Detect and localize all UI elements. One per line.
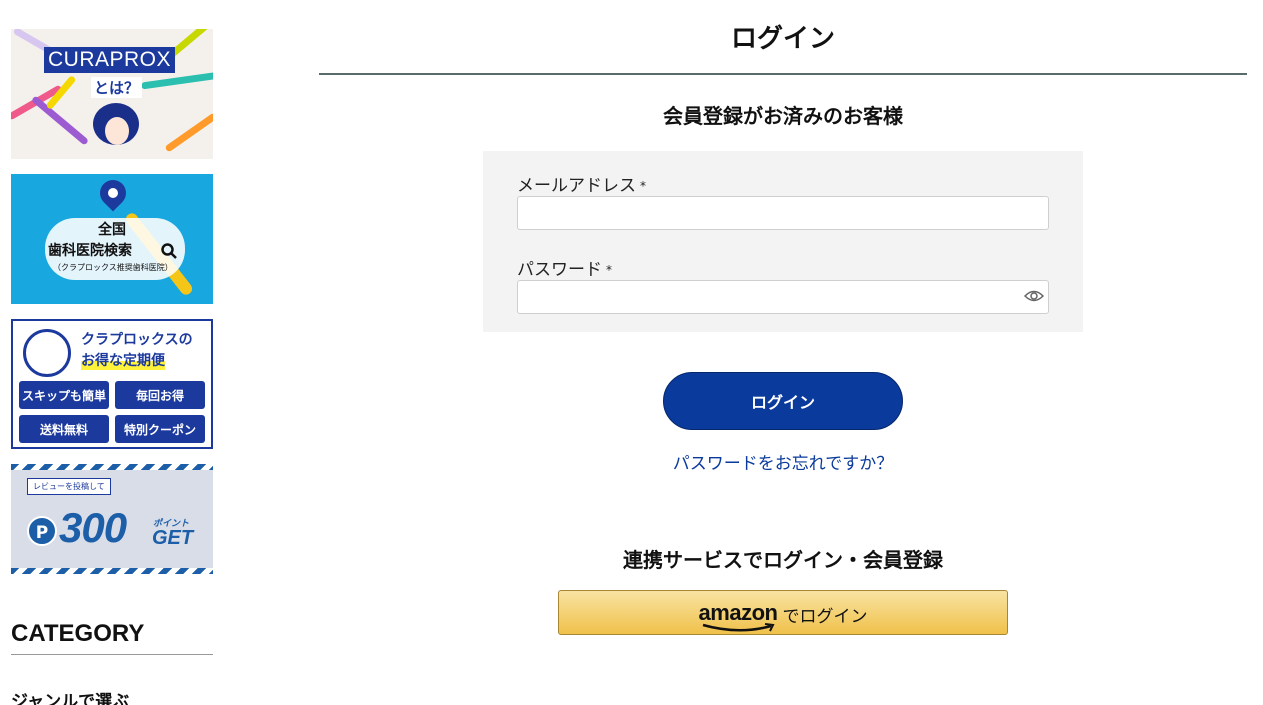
linked-service-title: 連携サービスでログイン・会員登録	[623, 548, 943, 572]
map-pin-icon	[94, 174, 132, 212]
amazon-smile-icon	[702, 622, 775, 631]
password-field[interactable]	[517, 280, 1049, 314]
curaprox-logo: CURAPROX	[44, 47, 176, 73]
get-label: GET	[152, 527, 194, 549]
feature-pill: 特別クーポン	[115, 415, 205, 443]
password-label: パスワード *	[517, 255, 612, 280]
required-mark: *	[606, 263, 612, 277]
email-label: メールアドレス *	[517, 171, 646, 196]
amazon-login-button[interactable]: amazon でログイン	[558, 590, 1008, 635]
banner-title2: お得な定期便	[81, 350, 165, 370]
feature-pill: 毎回お得	[115, 381, 205, 409]
member-section-title: 会員登録がお済みのお客様	[663, 104, 903, 128]
toothbrush-illustration	[30, 95, 90, 146]
forgot-password-link[interactable]: パスワードをお忘れですか？	[319, 449, 1247, 474]
banner-line1: 全国	[98, 222, 126, 238]
character-face	[105, 117, 129, 145]
toothbrush-illustration	[164, 112, 213, 153]
banner-title1: クラプロックスの	[81, 332, 193, 348]
curaprox-about-banner[interactable]: CURAPROX とは？	[11, 29, 213, 159]
dental-clinic-search-banner[interactable]: 全国 歯科医院検索 （クラプロックス推奨歯科医院）	[11, 174, 213, 304]
review-tag: レビューを投稿して	[27, 478, 111, 495]
banner-subtitle: とは？	[91, 77, 143, 98]
points-amount: 300	[59, 504, 127, 551]
search-icon	[161, 243, 177, 259]
genre-heading: ジャンルで選ぶ	[11, 692, 130, 705]
login-button[interactable]: ログイン	[663, 372, 903, 430]
category-heading: CATEGORY	[11, 620, 213, 655]
email-field[interactable]	[517, 196, 1049, 230]
required-mark: *	[640, 179, 646, 193]
title-divider	[319, 73, 1247, 75]
stripe-divider	[11, 568, 213, 574]
box-icon	[23, 329, 71, 377]
feature-pill: スキップも簡単	[19, 381, 109, 409]
page-title: ログイン	[730, 24, 835, 54]
review-points-banner[interactable]: レビューを投稿して P 300 ポイント GET	[11, 464, 213, 574]
sidebar: CURAPROX とは？ 全国 歯科医院検索 （クラプロックス推奨歯科医院） ク…	[11, 29, 213, 589]
password-label-text: パスワード	[517, 260, 602, 280]
stripe-divider	[11, 464, 213, 470]
amazon-logo: amazon	[698, 599, 778, 631]
amazon-login-text: でログイン	[782, 607, 868, 627]
banner-line3: （クラプロックス推奨歯科医院）	[53, 263, 173, 272]
login-form: メールアドレス * パスワード *	[483, 151, 1083, 332]
amazon-logo-text: amazon	[698, 599, 778, 625]
toothbrush-illustration	[140, 71, 213, 90]
subscription-banner[interactable]: クラプロックスの お得な定期便 スキップも簡単 毎回お得 送料無料 特別クーポン	[11, 319, 213, 449]
point-coin-icon: P	[27, 516, 57, 546]
email-label-text: メールアドレス	[517, 176, 636, 196]
feature-pill: 送料無料	[19, 415, 109, 443]
banner-line2: 歯科医院検索	[48, 243, 132, 259]
show-password-eye-icon[interactable]	[1024, 289, 1044, 303]
